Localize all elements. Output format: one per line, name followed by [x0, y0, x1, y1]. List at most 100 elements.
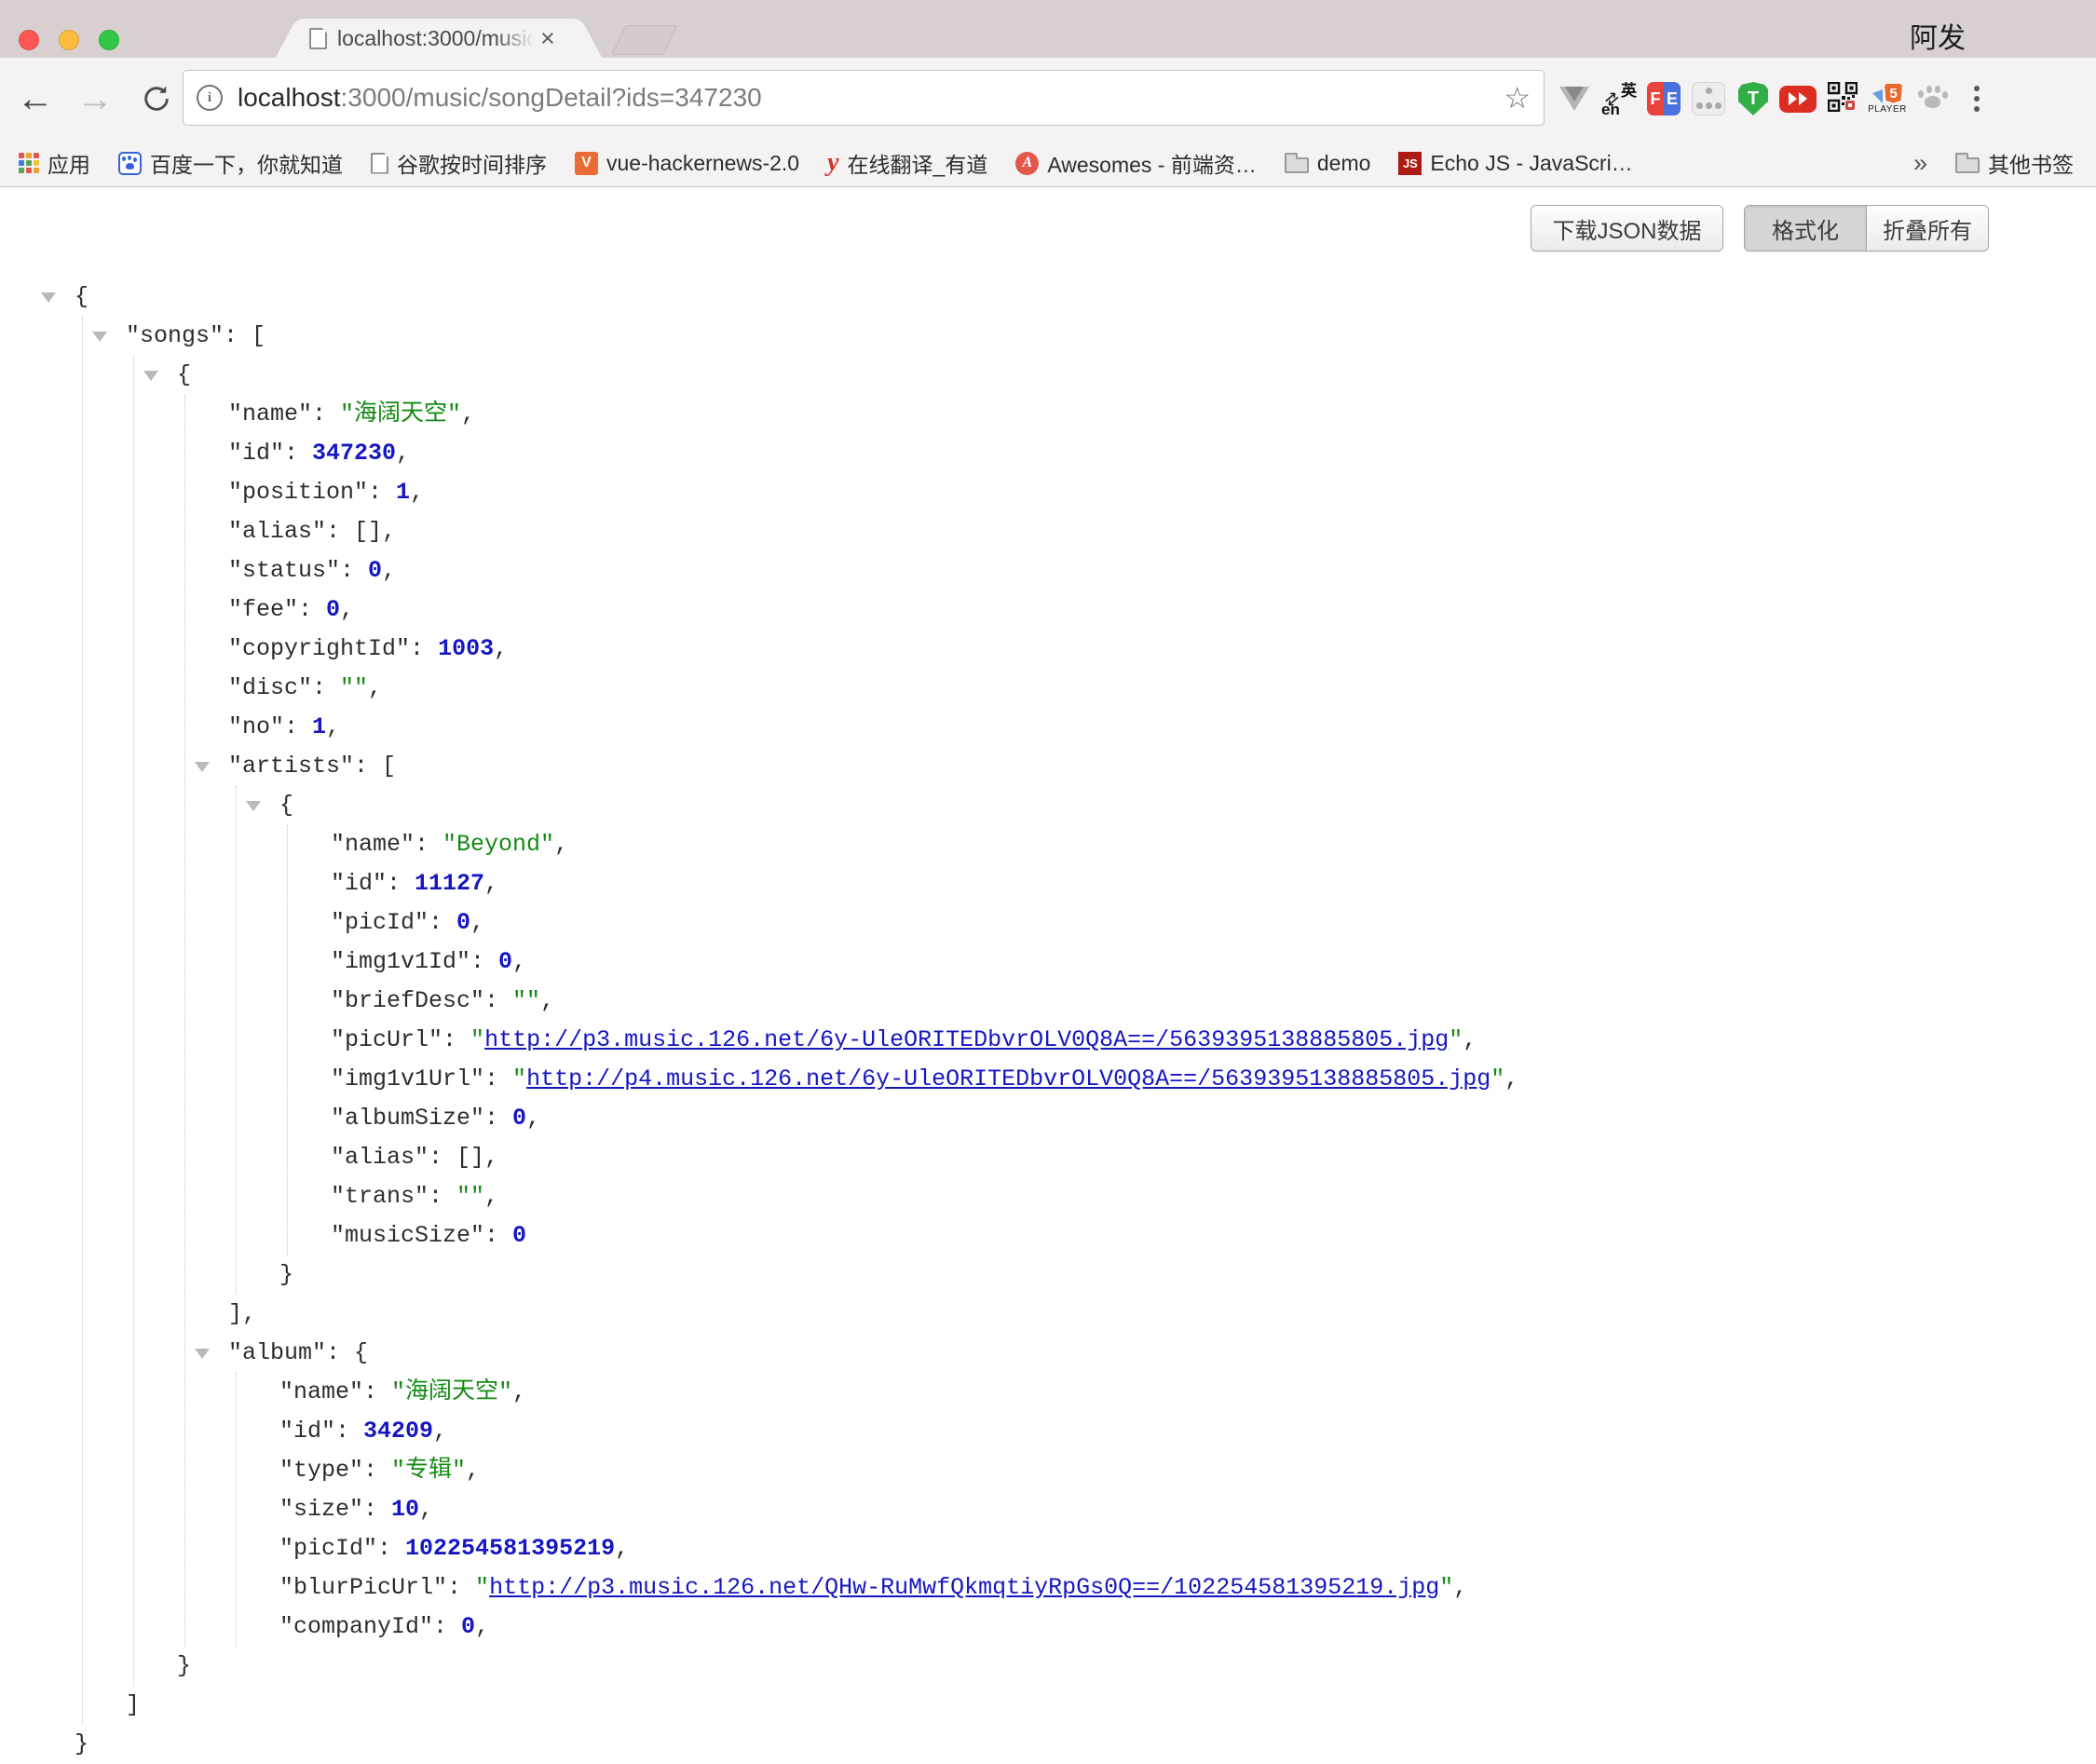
- json-string: "海阔天空": [391, 1378, 512, 1405]
- json-line: "id": 347230,: [228, 434, 2096, 473]
- extension-button-shield[interactable]: T: [1733, 69, 1774, 129]
- bookmark-star-icon[interactable]: ☆: [1504, 83, 1531, 113]
- json-line: "picUrl": "http://p3.music.126.net/6y-Ul…: [331, 1021, 2096, 1060]
- traffic-lights: [19, 30, 119, 50]
- collapse-toggle-icon[interactable]: [195, 1349, 210, 1359]
- extension-button-h5-player[interactable]: 5PLAYER: [1867, 69, 1908, 129]
- extension-button-translate[interactable]: 英⇄en: [1599, 69, 1640, 129]
- json-link[interactable]: http://p4.music.126.net/6y-UleORITEDbvrO…: [526, 1065, 1490, 1092]
- json-key: "albumSize": [331, 1105, 484, 1132]
- close-window-button[interactable]: [19, 30, 39, 50]
- json-node: {"songs": [{"name": "海阔天空","id": 347230,…: [75, 278, 2096, 1764]
- json-key: "fee": [228, 596, 298, 623]
- bookmark-item-3[interactable]: Vvue-hackernews-2.0: [575, 151, 799, 176]
- extension-button-qr-code[interactable]: [1822, 69, 1863, 129]
- extension-button-vue-devtools[interactable]: [1554, 69, 1595, 129]
- fe-extension-icon: FE: [1647, 82, 1681, 115]
- json-children: {"name": "海阔天空","id": 347230,"position":…: [133, 356, 2096, 1686]
- bookmark-item-4[interactable]: y在线翻译_有道: [827, 147, 987, 179]
- collapse-all-button[interactable]: 折叠所有: [1866, 206, 1988, 251]
- extension-button-paw[interactable]: [1912, 69, 1953, 129]
- bookmark-label: 谷歌按时间排序: [397, 147, 547, 179]
- json-line: "no": 1,: [228, 708, 2096, 747]
- json-key: "img1v1Url": [331, 1065, 484, 1092]
- json-number: 1: [312, 713, 326, 740]
- json-children: "name": "Beyond","id": 11127,"picId": 0,…: [287, 825, 2096, 1255]
- collapse-toggle-icon[interactable]: [41, 292, 56, 303]
- json-string: "专辑": [391, 1457, 466, 1484]
- back-button[interactable]: ←: [11, 58, 60, 140]
- bookmark-item-6[interactable]: demo: [1285, 151, 1371, 176]
- apps-grid-icon: [19, 153, 39, 173]
- json-line: }: [177, 1647, 2096, 1686]
- tab-favicon-page-icon: [309, 28, 327, 54]
- awesomes-favicon: A: [1015, 152, 1039, 175]
- new-tab-button[interactable]: [611, 25, 678, 55]
- browser-tab[interactable]: localhost:3000/music/songDet ×: [300, 19, 578, 58]
- json-key: "name": [228, 400, 312, 427]
- minimize-window-button[interactable]: [59, 30, 79, 50]
- json-line: }: [279, 1255, 2096, 1295]
- json-number: 0: [461, 1613, 475, 1640]
- json-line: "albumSize": 0,: [331, 1099, 2096, 1138]
- zoom-window-button[interactable]: [99, 30, 119, 50]
- json-number: 347230: [312, 440, 396, 467]
- download-json-button[interactable]: 下载JSON数据: [1531, 205, 1723, 251]
- json-number: 0: [456, 909, 470, 936]
- url-text[interactable]: localhost:3000/music/songDetail?ids=3472…: [238, 83, 762, 113]
- json-number: 0: [326, 596, 340, 623]
- json-key: "id": [228, 440, 284, 467]
- forward-button[interactable]: →: [71, 58, 119, 140]
- extension-button-sitemap[interactable]: [1688, 69, 1729, 129]
- tab-title: localhost:3000/music/songDet: [337, 26, 535, 51]
- bookmark-label: demo: [1317, 151, 1371, 176]
- json-link[interactable]: http://p3.music.126.net/QHw-RuMwfQkmqtiy…: [489, 1574, 1439, 1601]
- reload-icon: [141, 83, 172, 115]
- json-line: "id": 11127,: [331, 864, 2096, 903]
- json-number: 0: [368, 557, 382, 584]
- json-string: "海阔天空": [340, 400, 461, 427]
- reload-button[interactable]: [132, 58, 181, 140]
- bookmark-item-2[interactable]: 谷歌按时间排序: [371, 147, 547, 179]
- json-number: 11127: [415, 870, 484, 897]
- json-line: "type": "专辑",: [279, 1451, 2096, 1490]
- json-line: "musicSize": 0: [331, 1216, 2096, 1255]
- browser-toolbar: ← → i localhost:3000/music/songDetail?id…: [0, 58, 2096, 140]
- tab-close-icon[interactable]: ×: [540, 26, 555, 51]
- address-bar[interactable]: i localhost:3000/music/songDetail?ids=34…: [183, 70, 1545, 126]
- url-path: :3000/music/songDetail?ids=347230: [341, 83, 762, 112]
- json-line: }: [75, 1725, 2096, 1764]
- other-bookmarks-folder[interactable]: 其他书签: [1955, 147, 2074, 179]
- json-link[interactable]: http://p3.music.126.net/6y-UleORITEDbvrO…: [484, 1026, 1449, 1053]
- json-key: "position": [228, 479, 368, 506]
- collapse-toggle-icon[interactable]: [195, 762, 210, 772]
- bookmark-label: 在线翻译_有道: [848, 147, 988, 179]
- json-line: "briefDesc": "",: [331, 982, 2096, 1021]
- json-line: "artists": [: [228, 747, 2096, 786]
- json-line: "trans": "",: [331, 1177, 2096, 1216]
- collapse-toggle-icon[interactable]: [92, 332, 107, 342]
- bookmark-item-7[interactable]: JSEcho JS - JavaScri…: [1398, 151, 1632, 176]
- qr-code-icon: [1828, 82, 1858, 116]
- format-button[interactable]: 格式化: [1745, 206, 1866, 251]
- extension-button-fast-forward[interactable]: [1777, 69, 1818, 129]
- page-info-icon[interactable]: i: [197, 85, 223, 111]
- json-key: "artists": [228, 753, 354, 780]
- json-string: "": [512, 987, 540, 1014]
- json-key: "type": [279, 1457, 363, 1484]
- bookmark-item-1[interactable]: 百度一下，你就知道: [118, 147, 343, 179]
- collapse-toggle-icon[interactable]: [143, 371, 158, 381]
- bookmarks-overflow-chevron[interactable]: »: [1913, 149, 1927, 178]
- json-key: "no": [228, 713, 284, 740]
- json-line: "album": {: [228, 1334, 2096, 1373]
- profile-name-label: 阿发: [1910, 15, 1966, 56]
- collapse-toggle-icon[interactable]: [246, 801, 261, 811]
- json-line: "name": "海阔天空",: [279, 1373, 2096, 1412]
- bookmark-item-5[interactable]: AAwesomes - 前端资…: [1015, 147, 1257, 179]
- extension-button-fe[interactable]: FE: [1643, 69, 1684, 129]
- json-number: 0: [512, 1222, 526, 1249]
- browser-menu-button[interactable]: [1956, 69, 1997, 129]
- json-key: "id": [331, 870, 387, 897]
- json-key: "size": [279, 1496, 363, 1523]
- bookmark-item-0[interactable]: 应用: [19, 147, 90, 179]
